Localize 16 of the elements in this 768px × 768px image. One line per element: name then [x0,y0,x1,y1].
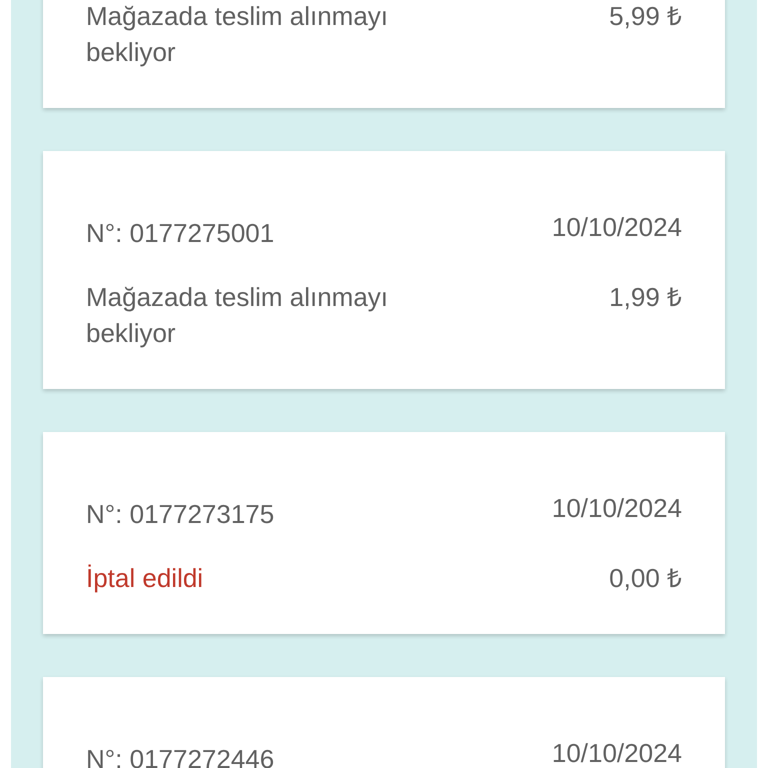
order-number: N°: 0177275001 [86,217,274,250]
order-price: 0,00 ₺ [609,562,682,595]
order-number: N°: 0177273175 [86,498,274,531]
order-card[interactable]: Mağazada teslim alınmayı bekliyor 5,99 ₺ [43,0,725,108]
order-date: 10/10/2024 [552,737,682,768]
order-card[interactable]: N°: 0177275001 10/10/2024 Mağazada teslim alınmayı bekliyor 1,99 ₺ [43,151,725,389]
order-card[interactable]: N°: 0177272446 10/10/2024 [43,677,725,768]
order-date: 10/10/2024 [552,492,682,525]
order-date: 10/10/2024 [552,211,682,244]
order-card[interactable]: N°: 0177273175 10/10/2024 İptal edildi 0,00 ₺ [43,432,725,634]
order-status: İptal edildi [86,562,204,595]
order-price: 1,99 ₺ [609,281,682,314]
order-status: Mağazada teslim alınmayı bekliyor [86,281,390,350]
order-number: N°: 0177272446 [86,743,274,768]
order-status: Mağazada teslim alınmayı bekliyor [86,0,390,69]
order-price: 5,99 ₺ [609,0,682,33]
